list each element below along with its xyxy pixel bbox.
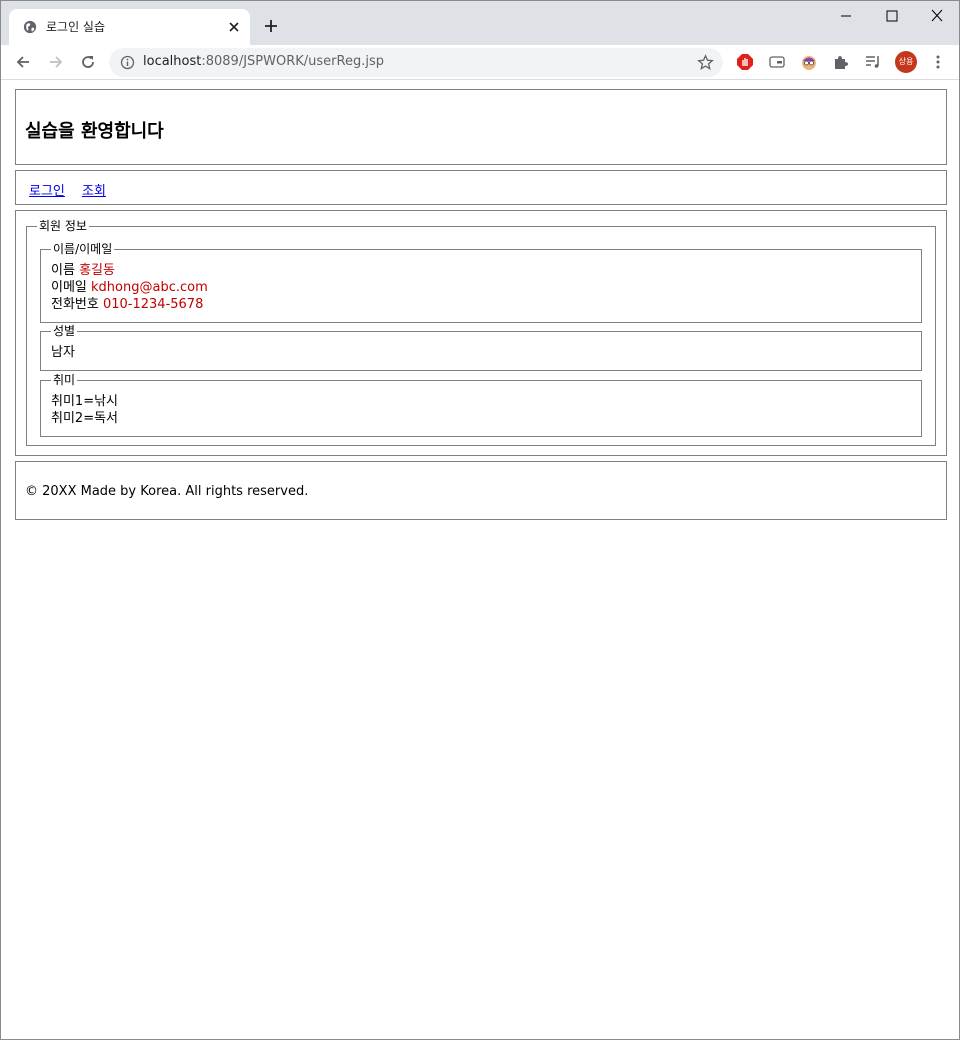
url-path: :8089/JSPWORK/userReg.jsp (201, 54, 384, 69)
hobby-fieldset: 취미 취미1=낚시 취미2=독서 (40, 373, 922, 437)
name-value: 홍길동 (79, 263, 115, 278)
wallet-extension-icon[interactable] (768, 53, 786, 71)
minimize-icon[interactable] (838, 9, 854, 23)
puzzle-extension-icon[interactable] (832, 53, 850, 71)
window-close-icon[interactable] (929, 9, 945, 23)
hobby-legend: 취미 (51, 373, 78, 387)
browser-window: 로그인 실습 localhost:8089/JSPWORK/userReg.js… (0, 0, 960, 1040)
gender-value: 남자 (51, 345, 75, 360)
hobby-item: 취미2=독서 (51, 411, 119, 426)
media-control-icon[interactable] (864, 53, 882, 71)
footer-text: © 20XX Made by Korea. All rights reserve… (25, 484, 309, 499)
active-tab[interactable]: 로그인 실습 (9, 9, 250, 45)
gender-fieldset: 성별 남자 (40, 324, 922, 371)
browser-toolbar: localhost:8089/JSPWORK/userReg.jsp 상용 (1, 45, 959, 80)
forward-icon[interactable] (47, 53, 65, 71)
phone-row: 전화번호 010-1234-5678 (51, 297, 203, 313)
tab-bar: 로그인 실습 (1, 1, 959, 45)
email-row: 이메일 kdhong@abc.com (51, 280, 208, 296)
member-info-legend: 회원 정보 (37, 219, 89, 233)
nav-link-lookup[interactable]: 조회 (82, 180, 106, 199)
email-value: kdhong@abc.com (91, 280, 208, 295)
name-label: 이름 (51, 263, 75, 278)
adblock-extension-icon[interactable] (736, 53, 754, 71)
page-header: 실습을 환영합니다 (15, 89, 947, 165)
address-bar[interactable]: localhost:8089/JSPWORK/userReg.jsp (109, 48, 723, 77)
name-row: 이름 홍길동 (51, 263, 115, 279)
name-email-fieldset: 이름/이메일 이름 홍길동 이메일 kdhong@abc.com 전화번호 01… (40, 242, 922, 323)
page-footer: © 20XX Made by Korea. All rights reserve… (15, 461, 947, 520)
phone-label: 전화번호 (51, 297, 99, 312)
star-icon[interactable] (697, 54, 714, 71)
gender-legend: 성별 (51, 324, 78, 338)
plus-icon[interactable] (263, 18, 279, 34)
page-nav: 로그인 조회 (15, 170, 947, 205)
info-icon[interactable] (120, 55, 135, 70)
reload-icon[interactable] (79, 53, 97, 71)
maximize-icon[interactable] (884, 9, 900, 23)
page-main: 회원 정보 이름/이메일 이름 홍길동 이메일 kdhong@abc.com 전… (15, 210, 947, 456)
menu-icon[interactable] (931, 53, 945, 71)
nav-link-login[interactable]: 로그인 (29, 180, 65, 199)
face-extension-icon[interactable] (800, 53, 818, 71)
url-text[interactable]: localhost:8089/JSPWORK/userReg.jsp (143, 54, 384, 69)
name-email-legend: 이름/이메일 (51, 242, 115, 256)
tab-title: 로그인 실습 (46, 20, 106, 34)
phone-value: 010-1234-5678 (102, 297, 204, 312)
back-icon[interactable] (14, 53, 32, 71)
hobby-item: 취미1=낚시 (51, 394, 119, 409)
page-viewport: 실습을 환영합니다 로그인 조회 회원 정보 이름/이메일 이름 홍길동 이메일… (1, 81, 959, 1039)
globe-icon (23, 20, 37, 34)
url-host: localhost (143, 54, 202, 69)
page-title: 실습을 환영합니다 (25, 121, 164, 142)
profile-avatar[interactable]: 상용 (895, 51, 917, 73)
email-label: 이메일 (51, 280, 87, 295)
member-info-fieldset: 회원 정보 이름/이메일 이름 홍길동 이메일 kdhong@abc.com 전… (26, 219, 936, 446)
close-icon[interactable] (226, 19, 242, 35)
